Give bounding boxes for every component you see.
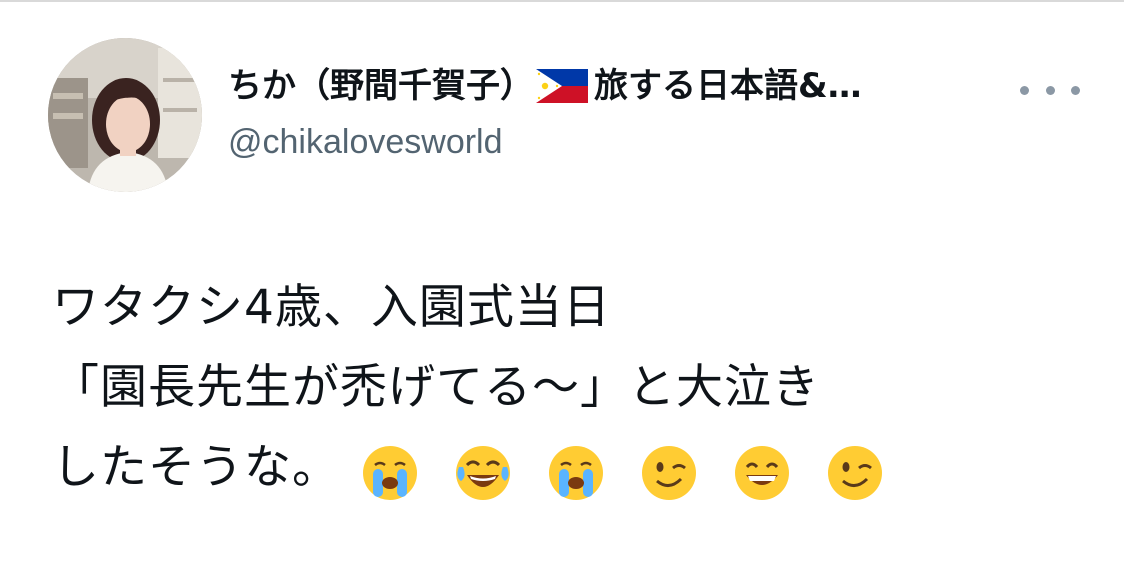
more-horizontal-icon [1045,85,1055,95]
more-horizontal-icon [1020,85,1029,95]
author-avatar[interactable] [48,38,202,192]
emoji-row [360,431,902,511]
more-horizontal-icon [1071,85,1080,95]
loudly-crying-face-icon [546,443,606,503]
author-handle[interactable]: @chikalovesworld [228,120,503,164]
loudly-crying-face-icon [360,443,420,503]
face-with-tears-of-joy-icon [453,443,513,503]
philippines-flag-icon [536,68,588,103]
tweet-text-line: したそうな。 [52,428,902,511]
tweet-text-line: ワタクシ4歳、入園式当日 [52,280,611,335]
grinning-face-with-smiling-eyes-icon [732,443,792,503]
top-divider [0,0,1124,2]
profile-photo [48,38,202,192]
tweet-text: ワタクシ4歳、入園式当日 「園長先生が禿げてる〜」と大泣き したそうな。 [52,268,902,511]
display-name-suffix: 旅する日本語&… [594,66,862,106]
winking-face-icon [639,443,699,503]
tweet-text-line: 「園長先生が禿げてる〜」と大泣き [52,360,820,415]
winking-face-icon [825,443,885,503]
author-display-name[interactable]: ちか（野間千賀子） 旅する日本語&… [228,64,862,108]
more-options-button[interactable] [1020,72,1080,108]
display-name-prefix: ちか（野間千賀子） [228,66,534,106]
